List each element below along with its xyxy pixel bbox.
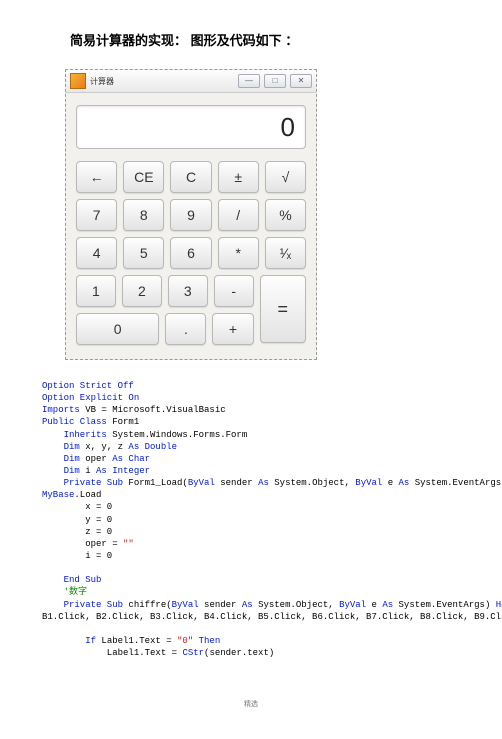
- minimize-button[interactable]: —: [238, 74, 260, 88]
- kw: As Integer: [96, 466, 150, 476]
- key-8[interactable]: 8: [123, 199, 164, 231]
- kw: As Double: [128, 442, 177, 452]
- txt: B1.Click, B2.Click, B3.Click, B4.Click, …: [42, 612, 502, 622]
- kw: Dim: [42, 442, 80, 452]
- key-backspace[interactable]: ←: [76, 161, 117, 193]
- kw: Handles: [496, 600, 502, 610]
- key-5[interactable]: 5: [123, 237, 164, 269]
- key-1[interactable]: 1: [76, 275, 116, 307]
- calculator-body: 0 ← CE C ± √ 7 8 9 / % 4 5 6 * ¹⁄ₓ 1: [66, 93, 316, 359]
- kw: ByVal: [172, 600, 199, 610]
- app-icon: [70, 73, 86, 89]
- txt: System.EventArgs): [409, 478, 502, 488]
- key-equals[interactable]: =: [260, 275, 306, 343]
- txt: System.EventArgs): [393, 600, 496, 610]
- page-title: 简易计算器的实现： 图形及代码如下 ：: [70, 30, 462, 49]
- kw: MyBase: [42, 490, 74, 500]
- page-footer: 精选: [40, 699, 462, 709]
- key-4[interactable]: 4: [76, 237, 117, 269]
- kw: Dim: [42, 466, 80, 476]
- txt: (sender.text): [204, 648, 274, 658]
- txt: chiffre(: [123, 600, 172, 610]
- kw: Then: [193, 636, 220, 646]
- key-0[interactable]: 0: [76, 313, 159, 345]
- kw: Inherits: [42, 430, 107, 440]
- key-ce[interactable]: CE: [123, 161, 164, 193]
- kw: ByVal: [355, 478, 382, 488]
- code-block: Option Strict Off Option Explicit On Imp…: [42, 380, 462, 659]
- kw: As: [242, 600, 253, 610]
- txt: x, y, z: [80, 442, 129, 452]
- txt: sender: [199, 600, 242, 610]
- txt: e: [366, 600, 382, 610]
- key-3[interactable]: 3: [168, 275, 208, 307]
- kw: As: [382, 600, 393, 610]
- txt: VB = Microsoft.VisualBasic: [80, 405, 226, 415]
- comment: '数字: [42, 587, 87, 597]
- txt: System.Object,: [269, 478, 355, 488]
- key-decimal[interactable]: .: [165, 313, 206, 345]
- txt: i: [80, 466, 96, 476]
- key-percent[interactable]: %: [265, 199, 306, 231]
- key-multiply[interactable]: *: [218, 237, 259, 269]
- kw: ByVal: [339, 600, 366, 610]
- kw: Option Explicit On: [42, 393, 139, 403]
- kw: End Sub: [42, 575, 101, 585]
- key-6[interactable]: 6: [170, 237, 211, 269]
- key-9[interactable]: 9: [170, 199, 211, 231]
- kw: As: [399, 478, 410, 488]
- txt: Label1.Text =: [42, 648, 182, 658]
- key-sqrt[interactable]: √: [265, 161, 306, 193]
- txt: z = 0: [42, 527, 112, 537]
- kw: Option Strict Off: [42, 381, 134, 391]
- kw: Dim: [42, 454, 80, 464]
- str: "": [123, 539, 134, 549]
- key-c[interactable]: C: [170, 161, 211, 193]
- key-plus[interactable]: +: [212, 313, 253, 345]
- txt: oper: [80, 454, 112, 464]
- txt: Form1: [107, 417, 139, 427]
- kw: Imports: [42, 405, 80, 415]
- txt: Form1_Load(: [123, 478, 188, 488]
- txt: oper =: [42, 539, 123, 549]
- key-2[interactable]: 2: [122, 275, 162, 307]
- txt: x = 0: [42, 502, 112, 512]
- kw: As Char: [112, 454, 150, 464]
- txt: i = 0: [42, 551, 112, 561]
- window-title: 计算器: [90, 76, 238, 87]
- txt: y = 0: [42, 515, 112, 525]
- txt: sender: [215, 478, 258, 488]
- kw: As: [258, 478, 269, 488]
- txt: System.Windows.Forms.Form: [107, 430, 247, 440]
- calc-display: 0: [76, 105, 306, 149]
- key-7[interactable]: 7: [76, 199, 117, 231]
- window-titlebar: 计算器 — □ ✕: [66, 70, 316, 93]
- key-negate[interactable]: ±: [218, 161, 259, 193]
- txt: Label1.Text =: [96, 636, 177, 646]
- kw: Private Sub: [42, 478, 123, 488]
- close-button[interactable]: ✕: [290, 74, 312, 88]
- key-reciprocal[interactable]: ¹⁄ₓ: [265, 237, 306, 269]
- key-minus[interactable]: -: [214, 275, 254, 307]
- kw: If: [42, 636, 96, 646]
- kw: Private Sub: [42, 600, 123, 610]
- str: "0": [177, 636, 193, 646]
- txt: .Load: [74, 490, 101, 500]
- maximize-button[interactable]: □: [264, 74, 286, 88]
- kw: Public Class: [42, 417, 107, 427]
- txt: System.Object,: [253, 600, 339, 610]
- kw: ByVal: [188, 478, 215, 488]
- key-divide[interactable]: /: [218, 199, 259, 231]
- calculator-window: 计算器 — □ ✕ 0 ← CE C ± √ 7 8 9 / % 4 5 6 *…: [65, 69, 317, 360]
- kw: CStr: [182, 648, 204, 658]
- txt: e: [382, 478, 398, 488]
